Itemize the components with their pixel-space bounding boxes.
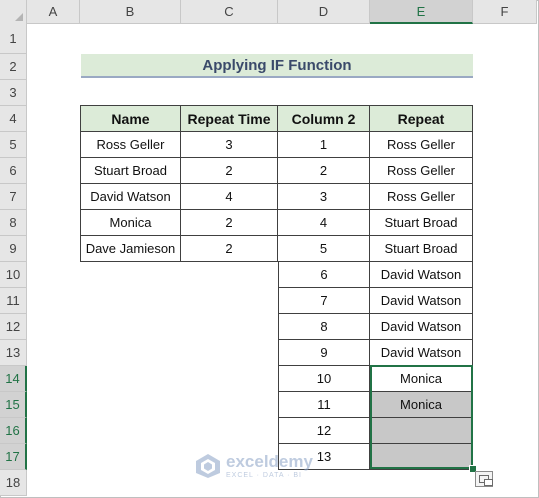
column-2-cell[interactable]: 2 [278,158,370,184]
row-header-14[interactable]: 14 [0,366,27,392]
repeat-time-cell[interactable]: 2 [181,210,278,236]
header-column-2[interactable]: Column 2 [278,105,370,132]
repeat-cell[interactable]: David Watson [370,262,473,288]
row-header-16[interactable]: 16 [0,418,27,444]
watermark-name: exceldemy [226,451,313,471]
select-all-button[interactable] [0,0,27,25]
repeat-cell[interactable]: David Watson [370,314,473,340]
row-header-8[interactable]: 8 [0,210,27,236]
column-2-cell[interactable]: 7 [278,288,370,314]
repeat-cell[interactable]: Monica [370,366,473,392]
repeat-cell[interactable] [370,444,473,470]
select-all-triangle-icon [15,13,23,21]
column-2-cell[interactable]: 1 [278,132,370,158]
exceldemy-logo-icon [195,453,221,479]
header-name[interactable]: Name [80,105,181,132]
repeat-cell[interactable]: Stuart Broad [370,236,473,262]
watermark-tagline: EXCEL · DATA · BI [226,471,302,479]
row-header-2[interactable]: 2 [0,54,27,80]
row-header-6[interactable]: 6 [0,158,27,184]
repeat-cell[interactable]: Monica [370,392,473,418]
column-2-cell[interactable]: 5 [278,236,370,262]
column-2-cell[interactable]: 6 [278,262,370,288]
row-header-15[interactable]: 15 [0,392,27,418]
quick-analysis-icon-overlay [484,479,493,486]
row-header-3[interactable]: 3 [0,80,27,106]
row-header-13[interactable]: 13 [0,340,27,366]
row-header-18[interactable]: 18 [0,470,27,496]
name-cell[interactable]: David Watson [80,184,181,210]
column-header-a[interactable]: A [27,0,80,24]
row-header-1[interactable]: 1 [0,24,27,54]
repeat-time-cell[interactable]: 2 [181,236,278,262]
repeat-cell[interactable]: David Watson [370,288,473,314]
row-header-17[interactable]: 17 [0,444,27,470]
column-header-c[interactable]: C [181,0,278,24]
header-repeat[interactable]: Repeat [370,105,473,132]
column-2-cell[interactable]: 9 [278,340,370,366]
column-header-d[interactable]: D [278,0,370,24]
repeat-time-cell[interactable]: 4 [181,184,278,210]
row-header-12[interactable]: 12 [0,314,27,340]
column-header-f[interactable]: F [473,0,537,24]
sheet-title[interactable]: Applying IF Function [81,54,473,78]
column-header-e[interactable]: E [370,0,473,24]
column-2-cell[interactable]: 4 [278,210,370,236]
header-repeat-time[interactable]: Repeat Time [181,105,278,132]
name-cell[interactable]: Stuart Broad [80,158,181,184]
quick-analysis-button[interactable] [475,471,493,487]
repeat-cell[interactable] [370,418,473,444]
watermark: exceldemy EXCEL · DATA · BI [195,449,313,483]
row-header-11[interactable]: 11 [0,288,27,314]
repeat-cell[interactable]: Ross Geller [370,132,473,158]
column-2-cell[interactable]: 10 [278,366,370,392]
repeat-cell[interactable]: Ross Geller [370,184,473,210]
repeat-time-cell[interactable]: 3 [181,132,278,158]
row-header-10[interactable]: 10 [0,262,27,288]
row-header-5[interactable]: 5 [0,132,27,158]
repeat-cell[interactable]: David Watson [370,340,473,366]
column-2-cell[interactable]: 12 [278,418,370,444]
row-header-9[interactable]: 9 [0,236,27,262]
row-header-4[interactable]: 4 [0,106,27,132]
column-header-b[interactable]: B [80,0,181,24]
repeat-cell[interactable]: Ross Geller [370,158,473,184]
name-cell[interactable]: Dave Jamieson [80,236,181,262]
column-2-cell[interactable]: 3 [278,184,370,210]
repeat-cell[interactable]: Stuart Broad [370,210,473,236]
row-header-7[interactable]: 7 [0,184,27,210]
column-2-cell[interactable]: 11 [278,392,370,418]
column-2-cell[interactable]: 8 [278,314,370,340]
name-cell[interactable]: Monica [80,210,181,236]
repeat-time-cell[interactable]: 2 [181,158,278,184]
name-cell[interactable]: Ross Geller [80,132,181,158]
